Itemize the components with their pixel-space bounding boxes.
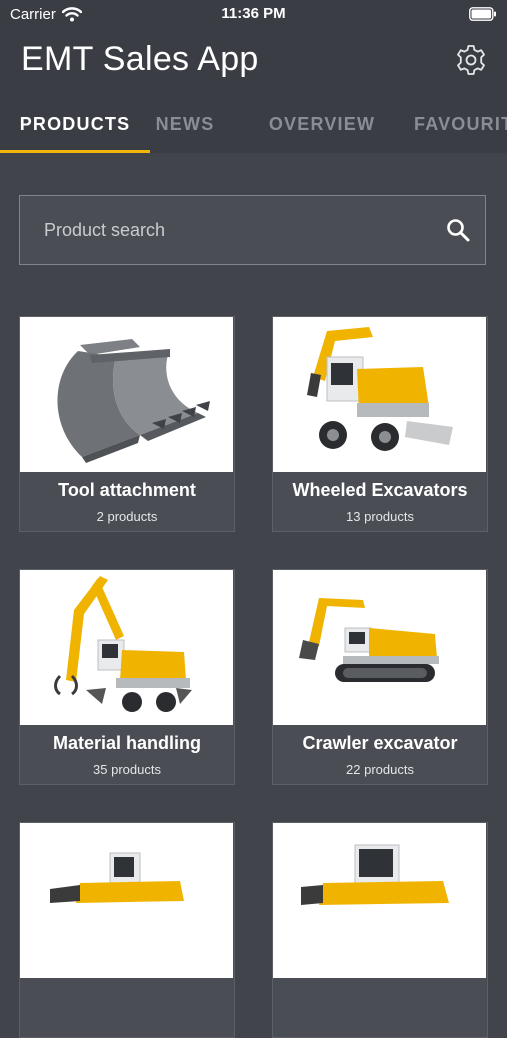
tab-favourites[interactable]: FAVOURITES [414, 103, 507, 153]
tab-bar: PRODUCTS NEWS OVERVIEW FAVOURITES [0, 103, 507, 153]
search-placeholder: Product search [44, 220, 166, 240]
product-card-crawler-excavator[interactable]: Crawler excavator 22 products [272, 569, 488, 785]
status-bar: Carrier 11:36 PM [0, 0, 507, 30]
crawler-dozer-image [273, 823, 486, 978]
product-count: 2 products [96, 509, 158, 524]
product-count: 22 products [346, 762, 414, 777]
search-input[interactable]: Product search [19, 195, 486, 265]
app-header: EMT Sales App PRODUCTS NEWS OVERVIEW FAV… [0, 30, 507, 153]
product-card-tool-attachment[interactable]: Tool attachment 2 products [19, 316, 235, 532]
status-time: 11:36 PM [221, 5, 286, 22]
product-card-crawler-dozer[interactable] [272, 822, 488, 1038]
product-count: 13 products [346, 509, 414, 524]
tab-news[interactable]: NEWS [150, 103, 220, 153]
material-handler-image [20, 570, 233, 725]
tab-indicator [0, 150, 150, 153]
settings-button[interactable] [453, 42, 489, 78]
product-title: Material handling [52, 733, 202, 753]
product-title: Crawler excavator [302, 733, 458, 753]
wheel-loader-image [20, 823, 233, 978]
product-card-wheeled-excavators[interactable]: Wheeled Excavators 13 products [272, 316, 488, 532]
gear-icon [457, 45, 485, 75]
tab-overview[interactable]: OVERVIEW [252, 103, 392, 153]
product-card-wheel-loader[interactable] [19, 822, 235, 1038]
app-title: EMT Sales App [21, 40, 259, 78]
product-count: 35 products [93, 762, 161, 777]
product-title: Wheeled Excavators [292, 480, 468, 500]
bucket-attachment-image [20, 317, 233, 472]
wheeled-excavator-image [273, 317, 486, 472]
battery-icon [469, 7, 497, 26]
crawler-excavator-image [273, 570, 486, 725]
tab-products[interactable]: PRODUCTS [0, 103, 150, 153]
product-card-material-handling[interactable]: Material handling 35 products [19, 569, 235, 785]
product-title: Tool attachment [58, 480, 196, 500]
search-icon[interactable] [445, 217, 471, 248]
